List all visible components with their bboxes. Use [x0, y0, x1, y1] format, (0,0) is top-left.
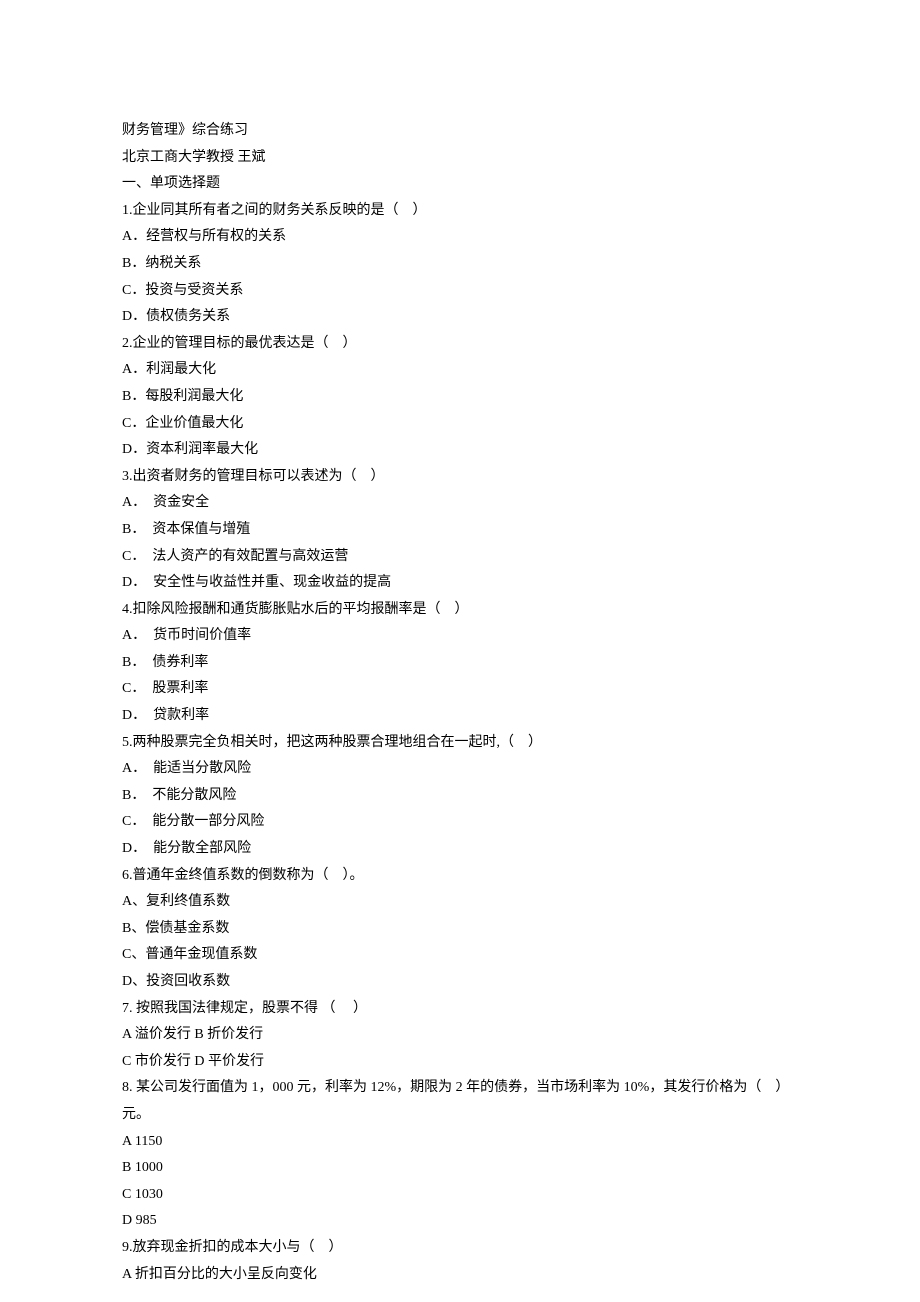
question-option: C、普通年金现值系数 [122, 942, 798, 969]
question-option: D． 安全性与收益性并重、现金收益的提高 [122, 570, 798, 597]
question-option: D． 能分散全部风险 [122, 836, 798, 863]
question-stem: 4.扣除风险报酬和通货膨胀贴水后的平均报酬率是（ ） [122, 597, 798, 624]
question-option: A． 货币时间价值率 [122, 623, 798, 650]
question-option: A 溢价发行 B 折价发行 [122, 1022, 798, 1049]
question-stem: 3.出资者财务的管理目标可以表述为（ ） [122, 464, 798, 491]
question-option: C 1030 [122, 1182, 798, 1209]
question-option: B．纳税关系 [122, 251, 798, 278]
doc-subtitle: 北京工商大学教授 王斌 [122, 145, 798, 172]
question-option: B． 资本保值与增殖 [122, 517, 798, 544]
question-stem: 1.企业同其所有者之间的财务关系反映的是（ ） [122, 198, 798, 225]
question-option: D、投资回收系数 [122, 969, 798, 996]
question-option: C 市价发行 D 平价发行 [122, 1049, 798, 1076]
question-option: A．利润最大化 [122, 357, 798, 384]
question-option: C． 股票利率 [122, 676, 798, 703]
question-option: A． 能适当分散风险 [122, 756, 798, 783]
question-option: C． 能分散一部分风险 [122, 809, 798, 836]
question-option: B． 不能分散风险 [122, 783, 798, 810]
question-option: D． 贷款利率 [122, 703, 798, 730]
question-option: C． 法人资产的有效配置与高效运营 [122, 544, 798, 571]
question-option: D 985 [122, 1208, 798, 1235]
question-option: A．经营权与所有权的关系 [122, 224, 798, 251]
question-option: A 折扣百分比的大小呈反向变化 [122, 1262, 798, 1289]
question-option: B． 债券利率 [122, 650, 798, 677]
question-stem: 2.企业的管理目标的最优表达是（ ） [122, 331, 798, 358]
question-option: A、复利终值系数 [122, 889, 798, 916]
question-stem: 5.两种股票完全负相关时，把这两种股票合理地组合在一起时,（ ） [122, 730, 798, 757]
section-heading: 一、单项选择题 [122, 171, 798, 198]
question-option: B 1000 [122, 1155, 798, 1182]
question-stem: 7. 按照我国法律规定，股票不得 （ ） [122, 996, 798, 1023]
question-option: D．资本利润率最大化 [122, 437, 798, 464]
question-stem: 8. 某公司发行面值为 1，000 元，利率为 12%，期限为 2 年的债券，当… [122, 1075, 798, 1128]
question-option: B、偿债基金系数 [122, 916, 798, 943]
question-stem: 9.放弃现金折扣的成本大小与（ ） [122, 1235, 798, 1262]
question-option: B．每股利润最大化 [122, 384, 798, 411]
question-option: C．企业价值最大化 [122, 411, 798, 438]
question-option: C．投资与受资关系 [122, 278, 798, 305]
question-option: A 1150 [122, 1129, 798, 1156]
doc-title: 财务管理》综合练习 [122, 118, 798, 145]
question-option: D．债权债务关系 [122, 304, 798, 331]
question-stem: 6.普通年金终值系数的倒数称为（ ）。 [122, 863, 798, 890]
question-option: A． 资金安全 [122, 490, 798, 517]
